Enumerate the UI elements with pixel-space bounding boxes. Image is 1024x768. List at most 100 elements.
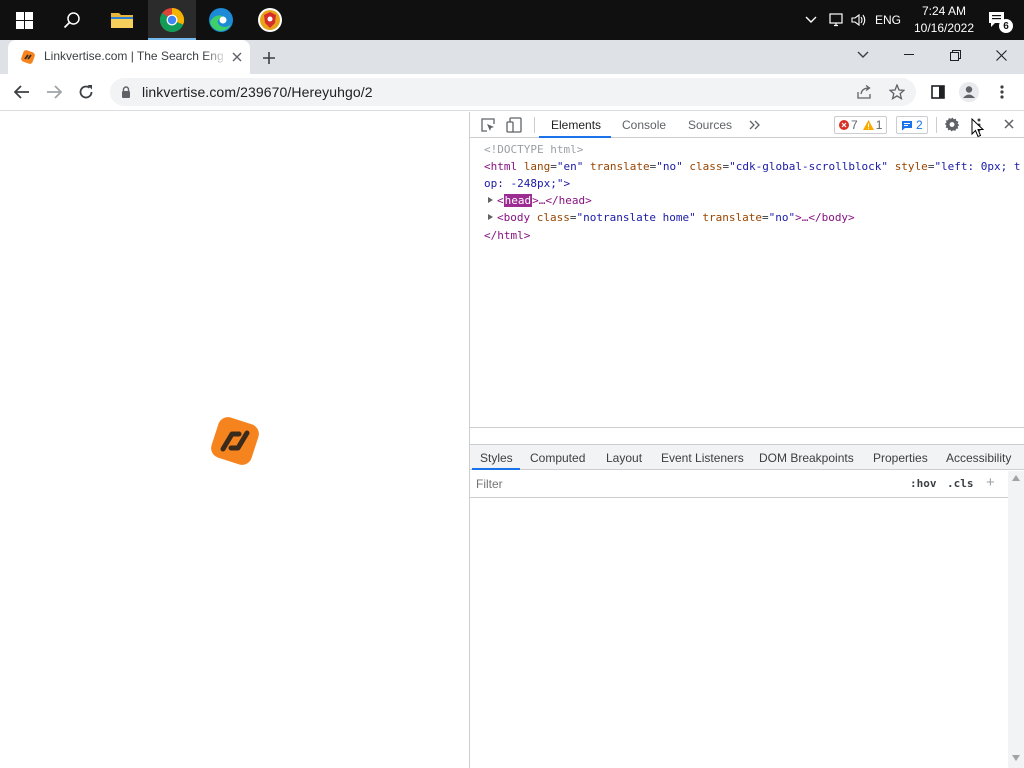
plus-icon [263,52,275,64]
head-tag-name: head [503,194,533,207]
toolbar-separator [936,117,937,133]
error-icon [839,120,849,130]
styles-filter-input[interactable] [476,477,896,491]
close-devtools-icon[interactable] [1004,119,1014,129]
body-rest: >…</body> [795,211,855,224]
volume-button[interactable] [848,0,870,40]
tab-sources[interactable]: Sources [688,118,732,132]
expand-triangle-icon[interactable] [488,214,493,220]
active-tab-indicator [539,136,611,138]
restore-button[interactable] [932,40,978,70]
body-node[interactable]: <body class="notranslate home" translate… [488,209,855,226]
messages-counter[interactable]: 2 [896,116,928,134]
file-explorer-button[interactable] [98,0,146,40]
browser-tab[interactable]: Linkvertise.com | The Search Engine [8,40,250,74]
head-node[interactable]: <head>…</head> [488,192,592,209]
search-button[interactable] [48,0,96,40]
tray-overflow-button[interactable] [802,0,820,40]
attr-value: "notranslate home" [576,211,696,224]
notification-count-badge: 6 [999,19,1013,33]
tab-properties[interactable]: Properties [873,451,928,465]
gear-icon[interactable] [945,117,960,132]
profile-button[interactable] [957,80,981,104]
bookmark-star-icon[interactable] [889,84,905,100]
scroll-up-arrow-icon[interactable] [1012,475,1020,481]
tab-console[interactable]: Console [622,118,666,132]
attr-value: "no" [768,211,796,224]
more-tabs-icon[interactable] [749,120,761,130]
html-attr-wrap: op: -248px;"> [484,177,571,190]
new-style-rule-button[interactable]: + [986,474,995,491]
attr-name: class [689,160,723,173]
lock-icon[interactable] [121,86,131,98]
attr-value: "en" [556,160,584,173]
arrow-right-icon [47,85,62,99]
tab-search-button[interactable] [840,40,886,70]
toolbar-separator [534,117,535,133]
attr-value: "no" [656,160,683,173]
device-toolbar-icon[interactable] [506,117,522,133]
inspect-element-icon[interactable] [481,118,495,132]
clock[interactable]: 7:24 AM 10/16/2022 [904,3,984,37]
tab-computed[interactable]: Computed [530,451,585,465]
chevron-down-icon [857,51,869,58]
devtools-panel: Elements Console Sources 7 1 2 <!DOCTYPE… [469,112,1024,768]
html-close-tag[interactable]: </html> [484,227,530,244]
minimize-button[interactable] [886,40,932,70]
url-text[interactable]: linkvertise.com/239670/Hereyuhgo/2 [142,84,373,100]
avatar-icon [959,82,979,102]
side-panel-button[interactable] [926,80,950,104]
action-center-button[interactable]: 6 [978,0,1018,40]
close-tab-icon[interactable] [232,52,242,62]
arrow-left-icon [14,85,29,99]
edge-taskbar-button[interactable] [197,0,245,40]
expand-triangle-icon[interactable] [488,197,493,203]
head-open-bracket: < [497,194,504,207]
clock-time: 7:24 AM [921,4,967,18]
address-bar[interactable]: linkvertise.com/239670/Hereyuhgo/2 [110,78,916,106]
attr-name: translate [702,211,762,224]
web-page-viewport [0,112,469,768]
new-tab-button[interactable] [258,47,280,69]
styles-scrollbar[interactable] [1008,471,1024,768]
folder-icon [111,13,133,28]
reload-button[interactable] [74,80,98,104]
class-toggle[interactable]: .cls [947,477,974,490]
panel-splitter[interactable] [470,427,1024,428]
minimize-icon [904,54,914,55]
tab-elements[interactable]: Elements [551,118,601,132]
forward-button[interactable] [42,80,66,104]
chrome-taskbar-button[interactable] [148,0,196,40]
hover-state-toggle[interactable]: :hov [910,477,937,490]
network-button[interactable] [826,0,848,40]
doctype-node[interactable]: <!DOCTYPE html> [484,141,583,158]
chrome-icon [159,7,185,33]
tab-layout[interactable]: Layout [606,451,642,465]
shield-browser-icon [258,8,282,32]
language-indicator[interactable]: ENG [872,0,904,40]
tab-event-listeners[interactable]: Event Listeners [661,451,744,465]
message-icon [902,120,912,130]
brave-taskbar-button[interactable] [246,0,294,40]
start-button[interactable] [0,0,48,40]
back-button[interactable] [10,80,34,104]
reload-icon [79,85,93,99]
tab-styles[interactable]: Styles [480,451,513,465]
tab-dom-breakpoints[interactable]: DOM Breakpoints [759,451,854,465]
close-icon [995,49,1007,61]
share-icon[interactable] [857,85,873,99]
tab-title: Linkvertise.com | The Search Engine [44,49,224,63]
kebab-menu-icon [1000,85,1004,99]
close-window-button[interactable] [978,40,1024,70]
mouse-cursor-icon [971,118,985,138]
tab-accessibility[interactable]: Accessibility [946,451,1011,465]
html-node[interactable]: <html lang="en" translate="no" class="cd… [484,158,1021,175]
issues-counter[interactable]: 7 1 [834,116,888,134]
scroll-down-arrow-icon[interactable] [1012,755,1020,761]
chrome-menu-button[interactable] [990,80,1014,104]
warning-icon [862,120,874,130]
chevron-up-icon [805,16,817,23]
attr-name: translate [590,160,650,173]
attr-name: style [894,160,928,173]
attr-value: "cdk-global-scrollblock" [729,160,889,173]
